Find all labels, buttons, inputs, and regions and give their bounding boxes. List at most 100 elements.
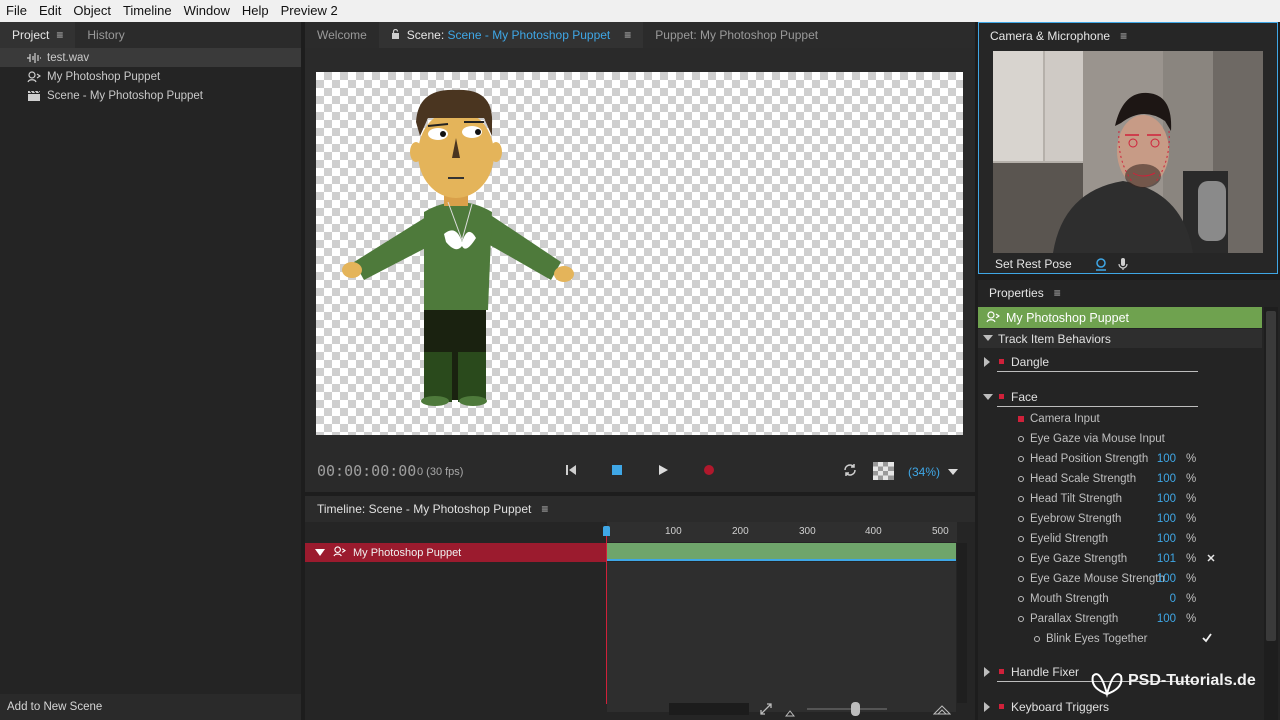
chevron-down-icon[interactable] bbox=[947, 466, 963, 482]
tab-welcome[interactable]: Welcome bbox=[305, 22, 379, 48]
param-value[interactable]: 100 bbox=[1157, 513, 1176, 525]
fps-display: 0 (30 fps) bbox=[417, 466, 464, 478]
param-value[interactable]: 100 bbox=[1157, 493, 1176, 505]
menu-help[interactable]: Help bbox=[236, 0, 275, 22]
expand-icon[interactable] bbox=[759, 702, 773, 719]
menu-window[interactable]: Window bbox=[178, 0, 236, 22]
timeline-ruler[interactable]: 100 200 300 400 500 bbox=[607, 522, 957, 542]
zoom-level[interactable]: (34%) bbox=[908, 465, 940, 479]
track-header[interactable]: My Photoshop Puppet bbox=[305, 543, 607, 562]
clapperboard-icon bbox=[27, 90, 41, 102]
go-to-start-icon[interactable] bbox=[563, 462, 579, 478]
camera-toggle-icon[interactable] bbox=[1094, 257, 1108, 271]
menu-preview-2[interactable]: Preview 2 bbox=[275, 0, 344, 22]
reset-x-icon[interactable] bbox=[1206, 553, 1216, 566]
param-value[interactable]: 100 bbox=[1157, 573, 1176, 585]
param-camera-input[interactable]: Camera Input bbox=[978, 409, 1262, 429]
param-value[interactable]: 101 bbox=[1157, 553, 1176, 565]
scene-stage[interactable] bbox=[316, 72, 963, 435]
param-eyelid-strength: Eyelid Strength 100 % bbox=[978, 529, 1262, 549]
panel-menu-icon[interactable]: ≡ bbox=[56, 22, 63, 48]
menu-file[interactable]: File bbox=[0, 0, 33, 22]
collapsed-triangle-icon[interactable] bbox=[984, 667, 990, 677]
param-value[interactable]: 100 bbox=[1157, 453, 1176, 465]
transparency-grid-icon[interactable] bbox=[873, 462, 894, 480]
track-clip[interactable] bbox=[607, 543, 956, 561]
audio-waveform-icon bbox=[27, 52, 41, 64]
panel-menu-icon[interactable]: ≡ bbox=[1054, 280, 1061, 306]
zoom-out-icon[interactable] bbox=[784, 706, 796, 720]
param-value[interactable]: 100 bbox=[1157, 473, 1176, 485]
puppet-icon bbox=[986, 311, 1001, 324]
behavior-dangle[interactable]: Dangle bbox=[978, 352, 1262, 371]
stop-icon[interactable] bbox=[609, 462, 625, 478]
menu-object[interactable]: Object bbox=[67, 0, 117, 22]
properties-scrollbar[interactable] bbox=[1264, 307, 1278, 720]
param-label: Head Tilt Strength bbox=[1030, 493, 1123, 505]
param-dot-icon bbox=[1018, 536, 1024, 542]
playhead-handle[interactable] bbox=[603, 526, 610, 536]
panel-menu-icon[interactable]: ≡ bbox=[624, 22, 631, 48]
behavior-face[interactable]: Face bbox=[978, 387, 1262, 406]
camera-title-text: Camera & Microphone bbox=[990, 29, 1111, 43]
tab-puppet[interactable]: Puppet: My Photoshop Puppet bbox=[643, 22, 830, 48]
zoom-slider[interactable] bbox=[807, 708, 887, 710]
tab-project[interactable]: Project ≡ bbox=[0, 22, 76, 48]
param-unit: % bbox=[1186, 513, 1197, 525]
param-label: Blink Eyes Together bbox=[1046, 633, 1148, 645]
play-icon[interactable] bbox=[655, 462, 671, 478]
param-value[interactable]: 100 bbox=[1157, 613, 1176, 625]
selected-puppet-row[interactable]: My Photoshop Puppet bbox=[978, 307, 1262, 328]
divider bbox=[997, 371, 1198, 372]
playhead-line bbox=[606, 528, 607, 704]
tab-history[interactable]: History bbox=[75, 22, 136, 48]
timeline-vertical-scrollbar[interactable] bbox=[957, 543, 967, 703]
microphone-icon[interactable] bbox=[1116, 257, 1130, 271]
set-rest-pose-button[interactable]: Set Rest Pose bbox=[995, 257, 1072, 271]
record-icon[interactable] bbox=[701, 462, 717, 478]
track-item-behaviors-header[interactable]: Track Item Behaviors bbox=[978, 329, 1262, 348]
collapsed-triangle-icon[interactable] bbox=[984, 702, 990, 712]
param-mouth-strength: Mouth Strength 0 % bbox=[978, 589, 1262, 609]
param-unit: % bbox=[1186, 613, 1197, 625]
project-item-scene[interactable]: Scene - My Photoshop Puppet bbox=[0, 86, 301, 105]
track-item-behaviors-label: Track Item Behaviors bbox=[998, 331, 1111, 346]
project-item-test-wav[interactable]: test.wav bbox=[0, 48, 301, 67]
collapse-triangle-icon[interactable] bbox=[315, 549, 325, 556]
timeline-footer bbox=[607, 700, 967, 718]
menu-edit[interactable]: Edit bbox=[33, 0, 67, 22]
camera-footer: Set Rest Pose bbox=[979, 253, 1277, 275]
track-area[interactable] bbox=[607, 562, 956, 712]
puppet-icon bbox=[27, 70, 42, 83]
behavior-name: Face bbox=[1011, 389, 1038, 404]
param-unit: % bbox=[1186, 493, 1197, 505]
expand-triangle-icon[interactable] bbox=[983, 394, 993, 400]
behavior-color-swatch bbox=[999, 359, 1004, 364]
param-unit: % bbox=[1186, 553, 1197, 565]
butterfly-logo-icon bbox=[1091, 673, 1123, 698]
expand-triangle-icon[interactable] bbox=[983, 335, 993, 341]
menu-timeline[interactable]: Timeline bbox=[117, 0, 178, 22]
param-value[interactable]: 0 bbox=[1170, 593, 1176, 605]
tab-scene[interactable]: Scene: Scene - My Photoshop Puppet ≡ bbox=[378, 22, 644, 48]
panel-menu-icon[interactable]: ≡ bbox=[1120, 23, 1127, 49]
collapsed-triangle-icon[interactable] bbox=[984, 357, 990, 367]
param-head-tilt-strength: Head Tilt Strength 100 % bbox=[978, 489, 1262, 509]
param-unit: % bbox=[1186, 573, 1197, 585]
add-to-new-scene-button[interactable]: Add to New Scene bbox=[0, 694, 301, 720]
param-dot-icon bbox=[1018, 436, 1024, 442]
properties-scrollbar-thumb[interactable] bbox=[1266, 311, 1276, 641]
param-label: Mouth Strength bbox=[1030, 593, 1109, 605]
param-value[interactable]: 100 bbox=[1157, 533, 1176, 545]
webcam-preview bbox=[993, 51, 1263, 253]
panel-menu-icon[interactable]: ≡ bbox=[541, 496, 548, 522]
tab-scene-prefix: Scene: bbox=[406, 28, 445, 42]
horizontal-scrollbar[interactable] bbox=[669, 703, 749, 715]
project-item-puppet[interactable]: My Photoshop Puppet bbox=[0, 67, 301, 86]
zoom-in-icon[interactable] bbox=[932, 704, 952, 718]
param-eye-gaze-via-mouse[interactable]: Eye Gaze via Mouse Input bbox=[978, 429, 1262, 449]
zoom-slider-thumb[interactable] bbox=[851, 702, 860, 716]
project-list: test.wav My Photoshop Puppet Scene - My … bbox=[0, 48, 301, 105]
loop-icon[interactable] bbox=[842, 462, 858, 478]
checkmark-icon[interactable] bbox=[1201, 632, 1213, 647]
